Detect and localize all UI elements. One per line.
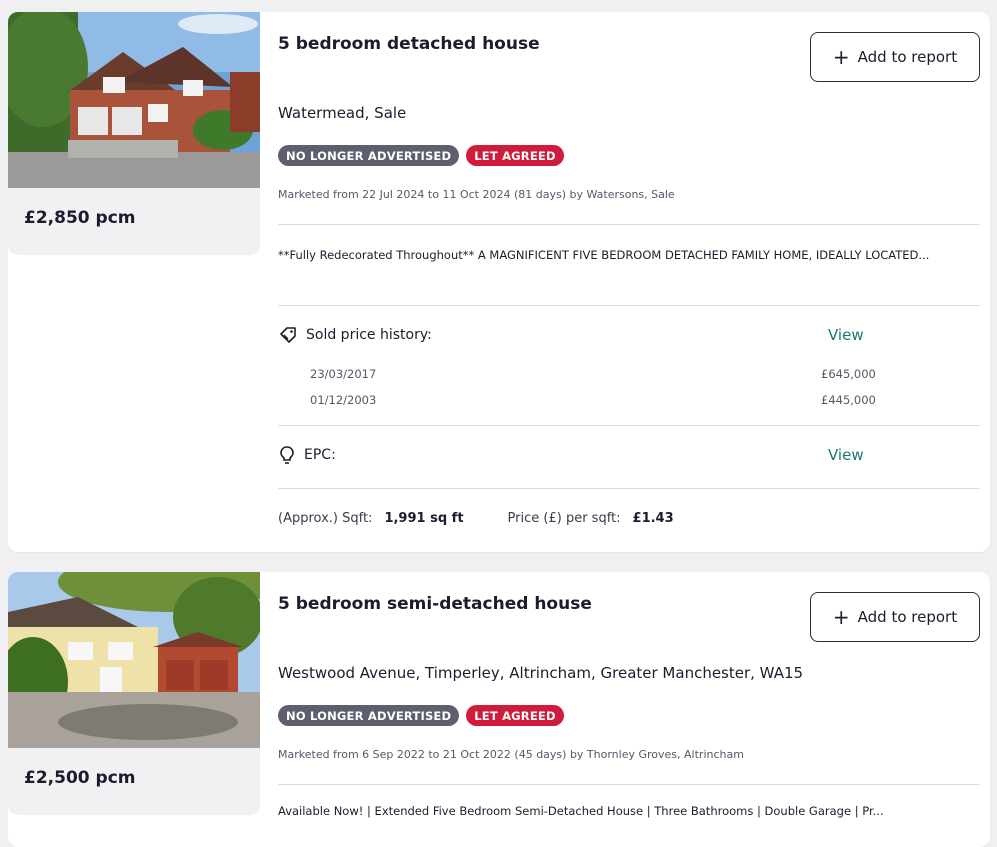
marketed-info: Marketed from 6 Sep 2022 to 21 Oct 2022 … (278, 748, 744, 761)
sold-price-history-row: Sold price history: (278, 325, 432, 345)
price-per-sqft-label: Price (£) per sqft: (507, 511, 621, 526)
listing-price: £2,850 pcm (24, 208, 136, 228)
divider (278, 488, 980, 489)
epc-view-link[interactable]: View (828, 446, 864, 464)
divider (278, 425, 980, 426)
add-to-report-button[interactable]: + Add to report (810, 592, 980, 642)
divider (278, 224, 980, 225)
epc-row: EPC: (278, 445, 336, 465)
tag-icon (280, 327, 296, 343)
property-card[interactable]: £2,850 pcm 5 bedroom detached house + Ad… (8, 12, 990, 552)
property-description: Available Now! | Extended Five Bedroom S… (278, 804, 884, 818)
property-details: 5 bedroom semi-detached house + Add to r… (278, 572, 990, 847)
property-description: **Fully Redecorated Throughout** A MAGNI… (278, 248, 930, 262)
status-badge-no-longer-advertised: NO LONGER ADVERTISED (278, 705, 460, 726)
sold-history-price: £445,000 (821, 393, 876, 407)
property-card[interactable]: £2,500 pcm 5 bedroom semi-detached house… (8, 572, 990, 847)
lightbulb-icon (280, 446, 294, 464)
property-address: Westwood Avenue, Timperley, Altrincham, … (278, 664, 804, 682)
marketed-info: Marketed from 22 Jul 2024 to 11 Oct 2024… (278, 188, 675, 201)
sold-history-date: 23/03/2017 (310, 367, 377, 381)
add-to-report-button[interactable]: + Add to report (810, 32, 980, 82)
add-to-report-label: Add to report (857, 608, 958, 626)
sqft-label: (Approx.) Sqft: (278, 511, 373, 526)
sold-history-view-link[interactable]: View (828, 326, 864, 344)
property-title[interactable]: 5 bedroom semi-detached house (278, 594, 592, 614)
sold-history-price: £645,000 (821, 367, 876, 381)
property-media: £2,500 pcm (8, 572, 260, 815)
plus-icon: + (832, 605, 850, 629)
sold-history-date: 01/12/2003 (310, 393, 377, 407)
divider (278, 784, 980, 785)
status-badge-no-longer-advertised: NO LONGER ADVERTISED (278, 145, 460, 166)
property-address: Watermead, Sale (278, 104, 407, 122)
status-badges: NO LONGER ADVERTISED LET AGREED (278, 705, 564, 726)
property-photo[interactable] (8, 12, 260, 188)
property-photo[interactable] (8, 572, 260, 748)
status-badges: NO LONGER ADVERTISED LET AGREED (278, 145, 564, 166)
plus-icon: + (832, 45, 850, 69)
property-title[interactable]: 5 bedroom detached house (278, 34, 540, 54)
divider (278, 305, 980, 306)
status-badge-let-agreed: LET AGREED (466, 705, 564, 726)
listing-price: £2,500 pcm (24, 768, 136, 788)
size-stats: (Approx.) Sqft: 1,991 sq ft Price (£) pe… (278, 511, 674, 526)
price-per-sqft-value: £1.43 (632, 511, 674, 526)
add-to-report-label: Add to report (857, 48, 958, 66)
sold-price-history-label: Sold price history: (306, 327, 432, 343)
property-details: 5 bedroom detached house + Add to report… (278, 12, 990, 552)
sqft-value: 1,991 sq ft (384, 511, 464, 526)
status-badge-let-agreed: LET AGREED (466, 145, 564, 166)
property-media: £2,850 pcm (8, 12, 260, 255)
epc-label: EPC: (304, 447, 336, 463)
